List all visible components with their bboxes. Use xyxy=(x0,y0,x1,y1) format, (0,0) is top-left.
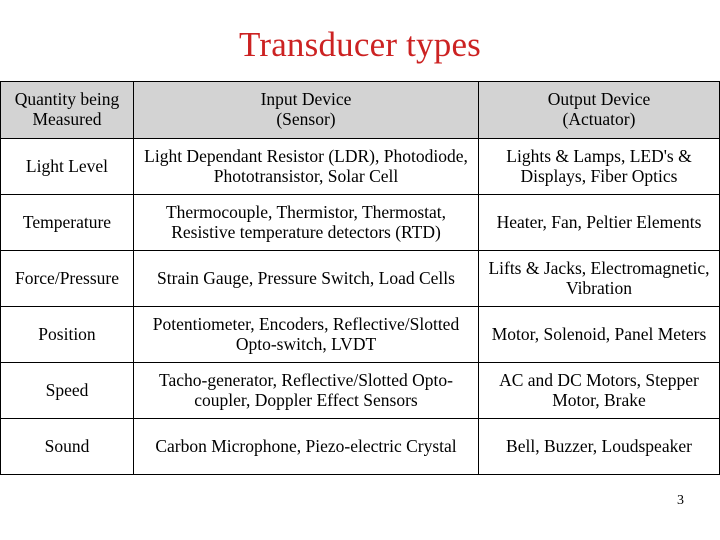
cell-output-device: Lights & Lamps, LED's & Displays, Fiber … xyxy=(478,138,720,195)
slide-canvas: Transducer types Quantity being Measured… xyxy=(0,0,720,540)
cell-quantity: Sound xyxy=(0,418,134,475)
cell-quantity: Force/Pressure xyxy=(0,250,134,307)
table-row: Light Level Light Dependant Resistor (LD… xyxy=(0,138,720,195)
column-header-quantity: Quantity being Measured xyxy=(0,81,134,139)
cell-quantity: Temperature xyxy=(0,194,134,251)
cell-quantity: Position xyxy=(0,306,134,363)
table-row: Temperature Thermocouple, Thermistor, Th… xyxy=(0,194,720,251)
column-header-quantity-line2: Measured xyxy=(32,109,102,129)
page-title: Transducer types xyxy=(238,25,481,64)
table-body: Light Level Light Dependant Resistor (LD… xyxy=(0,138,720,475)
column-header-input-device-line2: (Sensor) xyxy=(276,109,336,129)
cell-input-device: Thermocouple, Thermistor, Thermostat, Re… xyxy=(133,194,479,251)
table-row: Sound Carbon Microphone, Piezo-electric … xyxy=(0,418,720,475)
table-row: Position Potentiometer, Encoders, Reflec… xyxy=(0,306,720,363)
table-header: Quantity being Measured Input Device (Se… xyxy=(0,81,720,139)
cell-input-device: Potentiometer, Encoders, Reflective/Slot… xyxy=(133,306,479,363)
cell-output-device: Lifts & Jacks, Electromagnetic, Vibratio… xyxy=(478,250,720,307)
column-header-input-device-line1: Input Device xyxy=(260,89,352,110)
transducer-types-table: Quantity being Measured Input Device (Se… xyxy=(0,81,720,475)
transducer-types-table-container: Quantity being Measured Input Device (Se… xyxy=(0,81,720,475)
cell-output-device: Bell, Buzzer, Loudspeaker xyxy=(478,418,720,475)
cell-input-device: Tacho-generator, Reflective/Slotted Opto… xyxy=(133,362,479,419)
cell-output-device: Motor, Solenoid, Panel Meters xyxy=(478,306,720,363)
cell-output-device: AC and DC Motors, Stepper Motor, Brake xyxy=(478,362,720,419)
page-number: 3 xyxy=(677,493,684,508)
column-header-input-device: Input Device (Sensor) xyxy=(133,81,479,139)
cell-input-device: Strain Gauge, Pressure Switch, Load Cell… xyxy=(133,250,479,307)
cell-quantity: Light Level xyxy=(0,138,134,195)
column-header-output-device: Output Device (Actuator) xyxy=(478,81,720,139)
column-header-output-device-line2: (Actuator) xyxy=(562,109,636,129)
cell-input-device: Carbon Microphone, Piezo-electric Crysta… xyxy=(133,418,479,475)
table-row: Force/Pressure Strain Gauge, Pressure Sw… xyxy=(0,250,720,307)
table-row: Speed Tacho-generator, Reflective/Slotte… xyxy=(0,362,720,419)
cell-input-device: Light Dependant Resistor (LDR), Photodio… xyxy=(133,138,479,195)
table-header-row: Quantity being Measured Input Device (Se… xyxy=(0,81,720,139)
column-header-output-device-line1: Output Device xyxy=(547,89,651,110)
cell-quantity: Speed xyxy=(0,362,134,419)
column-header-quantity-line1: Quantity being xyxy=(14,89,120,110)
cell-output-device: Heater, Fan, Peltier Elements xyxy=(478,194,720,251)
